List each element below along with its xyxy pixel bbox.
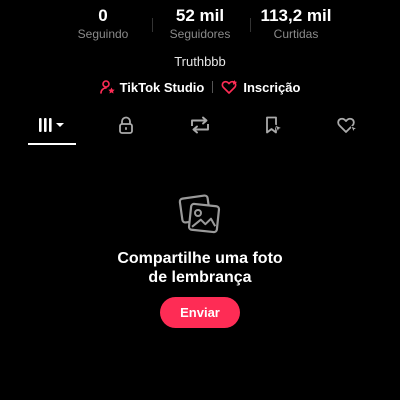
profile-screen: 0 Seguindo 52 mil Seguidores 113,2 mil C… — [0, 0, 400, 400]
heart-icon — [336, 115, 360, 140]
bookmark-icon — [263, 115, 285, 140]
tab-private[interactable] — [102, 112, 150, 142]
tab-reposts[interactable] — [176, 112, 224, 142]
content-tabs — [0, 112, 400, 146]
link-separator — [212, 81, 214, 93]
empty-state-title: Compartilhe uma foto de lembrança — [117, 250, 283, 286]
following-stat[interactable]: 0 Seguindo — [53, 6, 153, 41]
subscription-label: Inscrição — [243, 79, 301, 95]
lock-icon — [116, 115, 136, 140]
tiktok-studio-label: TikTok Studio — [119, 79, 205, 95]
upload-button[interactable]: Enviar — [160, 297, 240, 328]
following-count: 0 — [98, 6, 108, 25]
heart-badge-icon — [221, 79, 239, 95]
photo-icon — [178, 192, 222, 236]
tab-favorites[interactable] — [250, 112, 298, 142]
likes-label: Curtidas — [273, 27, 319, 41]
profile-bio[interactable]: Truthbbb — [0, 54, 400, 69]
repost-icon — [188, 115, 212, 140]
likes-stat[interactable]: 113,2 mil Curtidas — [246, 6, 346, 41]
likes-count: 113,2 mil — [260, 6, 332, 25]
subscription-link[interactable]: Inscrição — [221, 79, 300, 95]
tiktok-studio-link[interactable]: TikTok Studio — [99, 79, 205, 95]
followers-count: 52 mil — [175, 6, 225, 25]
tab-videos-grid[interactable] — [28, 112, 76, 142]
followers-stat[interactable]: 52 mil Seguidores — [150, 6, 250, 41]
grid-icon — [35, 115, 69, 140]
profile-links: TikTok Studio Inscrição — [0, 77, 400, 97]
tab-liked[interactable] — [324, 112, 372, 142]
empty-state: Compartilhe uma foto de lembrança — [0, 192, 400, 287]
followers-label: Seguidores — [169, 27, 231, 41]
profile-stats: 0 Seguindo 52 mil Seguidores 113,2 mil C… — [0, 6, 400, 42]
following-label: Seguindo — [77, 27, 129, 41]
person-star-icon — [99, 79, 116, 95]
selected-tab-indicator — [28, 143, 76, 145]
